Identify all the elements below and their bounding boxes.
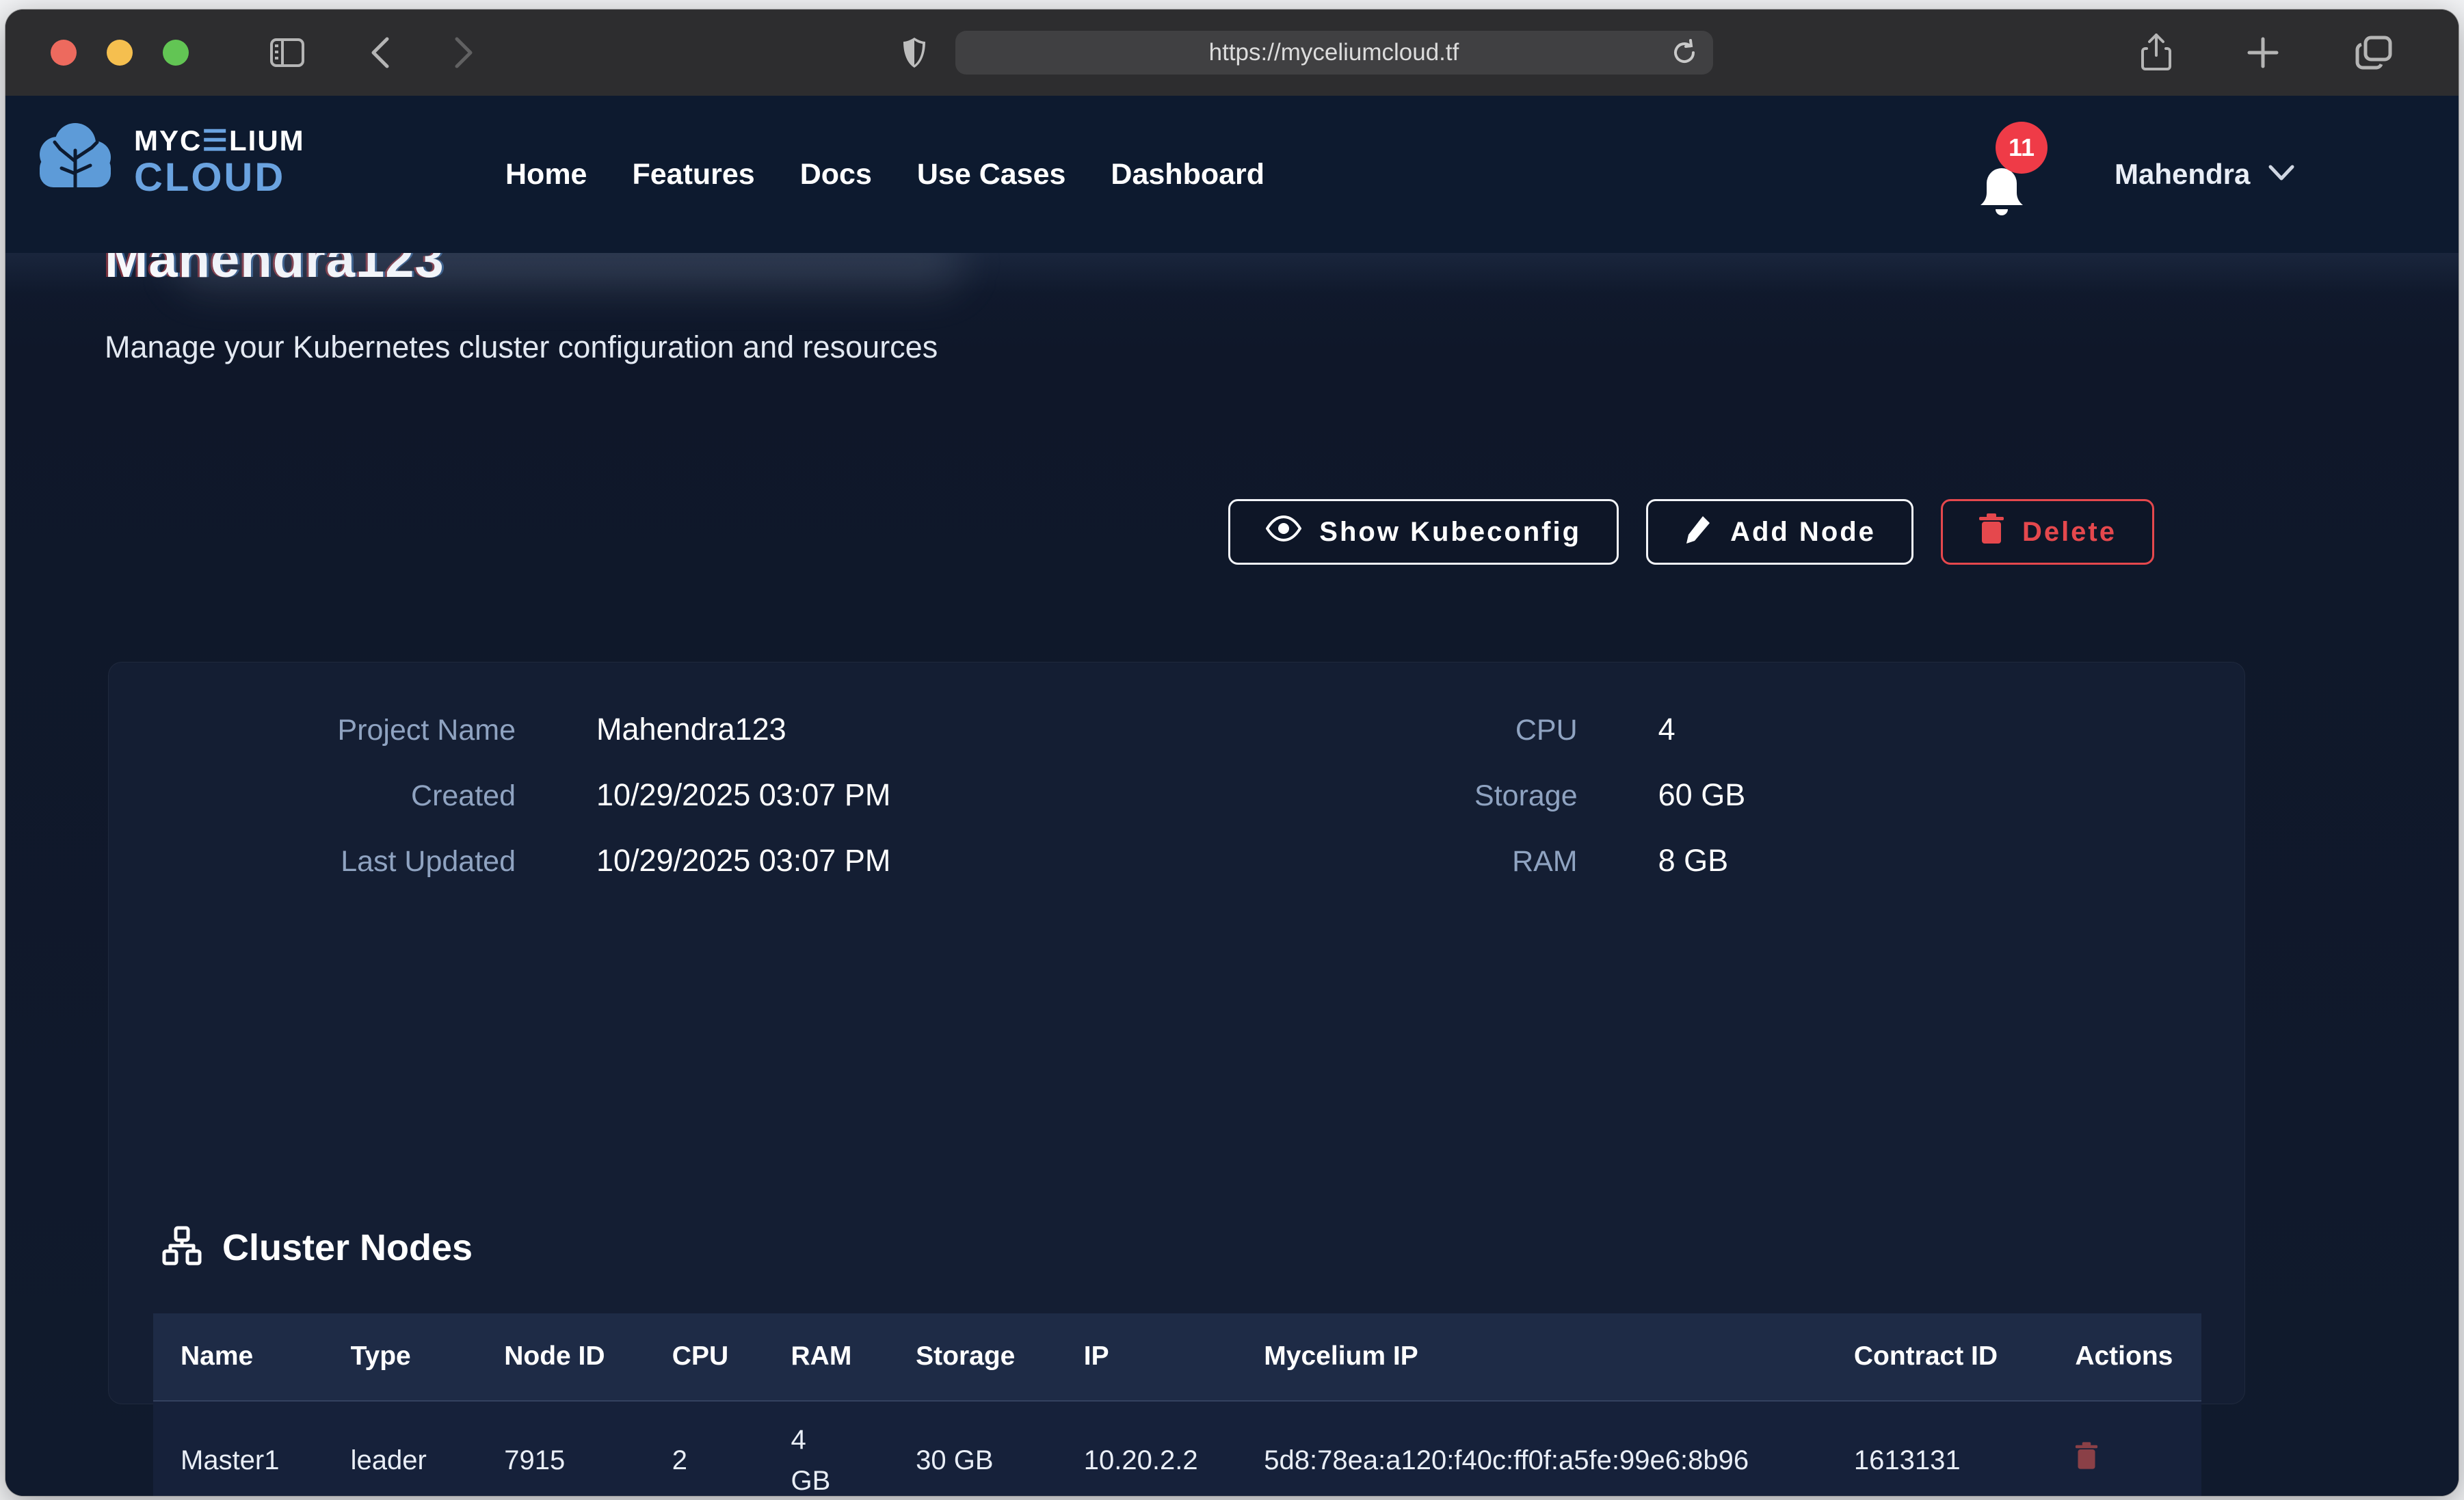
browser-toolbar: https://myceliumcloud.tf [5, 10, 2459, 96]
ram-value: 8 GB [1658, 843, 1729, 879]
project-name-label: Project Name [109, 714, 516, 747]
nodes-table: Name Type Node ID CPU RAM Storage IP Myc… [153, 1313, 2201, 1496]
forward-button[interactable] [454, 36, 473, 69]
trash-icon [1978, 513, 2004, 550]
new-tab-icon[interactable] [2247, 34, 2279, 72]
reload-icon[interactable] [1671, 39, 1698, 70]
page-subtitle: Manage your Kubernetes cluster configura… [105, 330, 938, 365]
last-updated-value: 10/29/2025 03:07 PM [596, 843, 890, 879]
storage-label: Storage [1284, 779, 1578, 813]
delete-node-button[interactable] [2075, 1442, 2098, 1471]
mycelium-cloud-logo-icon [31, 119, 119, 204]
cell-type: leader [323, 1401, 477, 1497]
info-row-created: Created 10/29/2025 03:07 PM [109, 777, 1284, 813]
cluster-actions: Show Kubeconfig Add Node [1228, 499, 2154, 565]
project-info: Project Name Mahendra123 Created 10/29/2… [109, 712, 2244, 879]
show-kubeconfig-button[interactable]: Show Kubeconfig [1228, 499, 1619, 565]
project-name-value: Mahendra123 [596, 712, 786, 747]
eye-icon [1266, 515, 1301, 549]
ram-label: RAM [1284, 845, 1578, 879]
traffic-lights [51, 40, 189, 66]
cell-contract-id: 1613131 [1827, 1401, 2048, 1497]
cell-mycelium-ip: 5d8:78ea:a120:f40c:ff0f:a5fe:99e6:8b96 [1236, 1401, 1827, 1497]
nav-item-docs[interactable]: Docs [800, 158, 872, 191]
col-mycelium-ip: Mycelium IP [1236, 1313, 1827, 1401]
pencil-icon [1684, 513, 1712, 550]
delete-label: Delete [2022, 517, 2117, 548]
tab-overview-icon[interactable] [2355, 34, 2393, 72]
nav-item-dashboard[interactable]: Dashboard [1111, 158, 1264, 191]
storage-value: 60 GB [1658, 777, 1746, 813]
col-actions: Actions [2048, 1313, 2201, 1401]
cpu-value: 4 [1658, 712, 1675, 747]
brand-logo[interactable]: MYC☰LIUM CLOUD [31, 119, 305, 204]
user-name: Mahendra [2115, 158, 2250, 191]
add-node-button[interactable]: Add Node [1646, 499, 1913, 565]
created-value: 10/29/2025 03:07 PM [596, 777, 890, 813]
col-storage: Storage [888, 1313, 1057, 1401]
notifications-button[interactable]: 11 [1970, 122, 2058, 231]
network-nodes-icon [162, 1226, 202, 1269]
nav-links: Home Features Docs Use Cases Dashboard [505, 96, 1264, 253]
brand-line1: MYC☰LIUM [134, 126, 305, 155]
col-ip: IP [1057, 1313, 1237, 1401]
app-navbar: MYC☰LIUM CLOUD Home Features Docs Use Ca… [5, 96, 2459, 253]
last-updated-label: Last Updated [109, 845, 516, 879]
nodes-table-wrap: Name Type Node ID CPU RAM Storage IP Myc… [153, 1313, 2201, 1496]
minimize-window-button[interactable] [107, 40, 133, 66]
zoom-window-button[interactable] [163, 40, 189, 66]
share-icon[interactable] [2141, 34, 2171, 72]
notification-count-badge: 11 [1996, 122, 2048, 174]
col-node-id: Node ID [477, 1313, 645, 1401]
cell-node-id: 7915 [477, 1401, 645, 1497]
created-label: Created [109, 779, 516, 813]
nav-bottom-glow [5, 249, 2459, 294]
info-row-storage: Storage 60 GB [1284, 777, 2244, 813]
cluster-nodes-title: Cluster Nodes [222, 1227, 473, 1269]
chevron-down-icon [2268, 164, 2295, 185]
table-row: Master1 leader 7915 2 4 GB 30 GB 10.20.2… [153, 1401, 2201, 1497]
trash-icon [2075, 1461, 2098, 1471]
info-row-cpu: CPU 4 [1284, 712, 2244, 747]
nav-item-use-cases[interactable]: Use Cases [917, 158, 1066, 191]
info-row-project-name: Project Name Mahendra123 [109, 712, 1284, 747]
col-contract-id: Contract ID [1827, 1313, 2048, 1401]
cell-ram: 4 GB [791, 1419, 830, 1497]
cluster-nodes-heading: Cluster Nodes [162, 1226, 473, 1269]
col-cpu: CPU [645, 1313, 764, 1401]
cell-name: Master1 [153, 1401, 323, 1497]
info-row-ram: RAM 8 GB [1284, 843, 2244, 879]
address-bar[interactable]: https://myceliumcloud.tf [955, 31, 1713, 75]
sidebar-toggle-icon[interactable] [269, 38, 305, 68]
url-text: https://myceliumcloud.tf [1209, 39, 1459, 66]
col-name: Name [153, 1313, 323, 1401]
privacy-shield-icon[interactable] [902, 36, 927, 69]
nav-item-home[interactable]: Home [505, 158, 587, 191]
brand-line2: CLOUD [134, 158, 305, 198]
cell-ip: 10.20.2.2 [1057, 1401, 1237, 1497]
back-button[interactable] [371, 36, 390, 69]
user-menu[interactable]: Mahendra [2115, 96, 2295, 253]
info-row-last-updated: Last Updated 10/29/2025 03:07 PM [109, 843, 1284, 879]
cell-cpu: 2 [645, 1401, 764, 1497]
col-type: Type [323, 1313, 477, 1401]
cell-storage: 30 GB [888, 1401, 1057, 1497]
close-window-button[interactable] [51, 40, 77, 66]
screenshot: https://myceliumcloud.tf [0, 0, 2464, 1500]
page-content: Mahendra123 Manage your Kubernetes clust… [5, 253, 2459, 1496]
cluster-info-card: Project Name Mahendra123 Created 10/29/2… [108, 662, 2245, 1404]
cpu-label: CPU [1284, 714, 1578, 747]
browser-window: https://myceliumcloud.tf [5, 10, 2459, 1496]
add-node-label: Add Node [1730, 517, 1876, 548]
col-ram: RAM [763, 1313, 888, 1401]
show-kubeconfig-label: Show Kubeconfig [1319, 517, 1581, 548]
table-header-row: Name Type Node ID CPU RAM Storage IP Myc… [153, 1313, 2201, 1401]
delete-cluster-button[interactable]: Delete [1941, 499, 2154, 565]
nav-item-features[interactable]: Features [632, 158, 754, 191]
